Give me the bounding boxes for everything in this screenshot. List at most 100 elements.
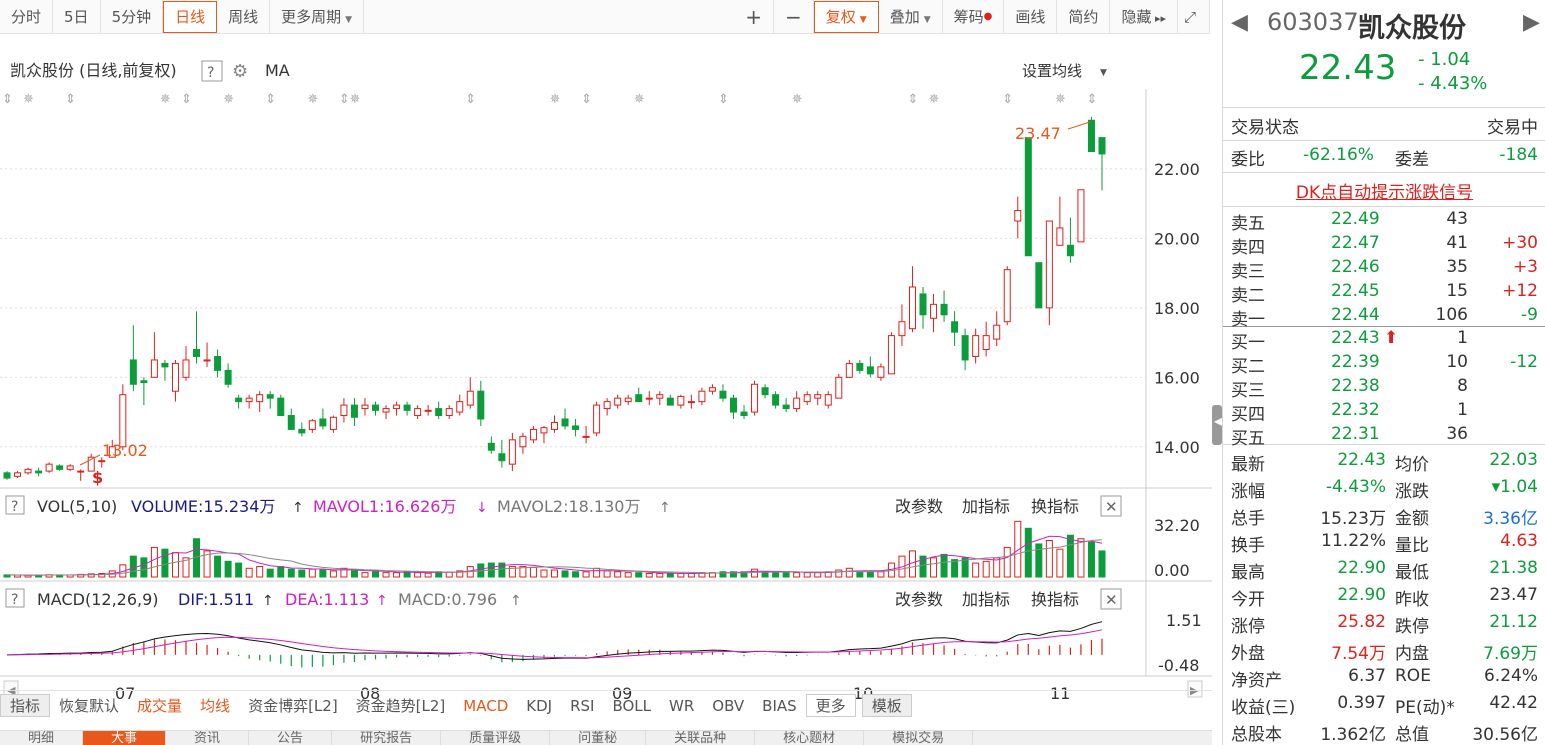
candle[interactable]: [414, 408, 422, 417]
candle[interactable]: [393, 404, 401, 410]
candle[interactable]: [287, 415, 295, 430]
ind-macd[interactable]: MACD: [454, 697, 517, 715]
fullscreen-icon[interactable]: ⤢: [1178, 0, 1210, 34]
candle[interactable]: [529, 428, 537, 441]
candle[interactable]: [708, 387, 716, 392]
event-arrow-icon[interactable]: ⇕: [718, 92, 729, 107]
candle[interactable]: [803, 394, 811, 403]
candle[interactable]: [666, 397, 674, 406]
tab-sim-trade[interactable]: 模拟交易: [864, 731, 974, 745]
vol-switch-indicator[interactable]: 换指标: [1031, 497, 1079, 516]
vol-edit-params[interactable]: 改参数: [895, 497, 943, 516]
candle[interactable]: [245, 397, 253, 403]
simple-button[interactable]: 简约: [1057, 0, 1111, 34]
candle[interactable]: [930, 303, 938, 319]
candle[interactable]: [224, 369, 232, 385]
ind-more[interactable]: 更多: [805, 694, 856, 717]
ind-capital-trend[interactable]: 资金趋势[L2]: [347, 695, 455, 716]
tab-quality[interactable]: 质量评级: [441, 731, 551, 745]
tab-news[interactable]: 资讯: [166, 731, 250, 745]
candle[interactable]: [319, 418, 327, 427]
vol-add-indicator[interactable]: 加指标: [962, 497, 1010, 516]
tab-events[interactable]: 大事: [83, 731, 167, 745]
candle[interactable]: [477, 390, 485, 420]
candle[interactable]: [814, 394, 822, 399]
ind-rsi[interactable]: RSI: [561, 697, 603, 715]
gear-icon[interactable]: ⚙: [232, 61, 248, 82]
candle[interactable]: [1087, 119, 1095, 153]
candle[interactable]: [382, 408, 390, 413]
tab-daily[interactable]: 日线: [163, 1, 218, 33]
event-arrow-icon[interactable]: ⇕: [907, 92, 918, 107]
candle[interactable]: [624, 397, 632, 403]
event-star-icon[interactable]: ✵: [160, 92, 171, 107]
candle[interactable]: [1077, 189, 1085, 243]
event-arrow-icon[interactable]: ⇕: [265, 92, 276, 107]
candle[interactable]: [161, 362, 169, 368]
candle[interactable]: [456, 401, 464, 413]
kline-chart[interactable]: 凯众股份 (日线,前复权) ? ⚙ MA 设置均线 ▼ ⇕ ✵ ⇕ ✵ ⇕ ✵ ⇕ ✵ ⇕ ✵ ⇕ ✵…: [0, 34, 1212, 724]
candle[interactable]: [508, 439, 516, 465]
candle[interactable]: [193, 349, 201, 357]
event-arrow-icon[interactable]: ⇕: [339, 92, 350, 107]
adjust-dropdown[interactable]: 复权 ▼: [813, 1, 879, 33]
candle[interactable]: [329, 416, 337, 430]
candle[interactable]: [308, 420, 316, 430]
candle[interactable]: [940, 303, 948, 316]
macd-add-indicator[interactable]: 加指标: [962, 590, 1010, 609]
dk-signal-link[interactable]: DK点自动提示涨跌信号: [1223, 178, 1545, 203]
draw-button[interactable]: 画线: [1004, 0, 1058, 34]
overlay-dropdown[interactable]: 叠加 ▼: [879, 0, 943, 34]
event-arrow-icon[interactable]: ⇕: [65, 92, 76, 107]
event-star-icon[interactable]: ✵: [307, 92, 318, 107]
ind-bias[interactable]: BIAS: [753, 697, 806, 715]
candle[interactable]: [645, 397, 653, 400]
candle[interactable]: [1066, 244, 1074, 257]
candle[interactable]: [266, 394, 274, 399]
tab-weekly[interactable]: 周线: [217, 0, 271, 34]
event-star-icon[interactable]: ✵: [634, 92, 645, 107]
candle[interactable]: [1045, 220, 1053, 309]
candle[interactable]: [719, 390, 727, 399]
candle[interactable]: [761, 387, 769, 396]
macd-switch-indicator[interactable]: 换指标: [1031, 590, 1079, 609]
candle[interactable]: [824, 394, 832, 406]
ind-kdj[interactable]: KDJ: [517, 697, 561, 715]
candle[interactable]: [698, 390, 706, 403]
candle[interactable]: [129, 359, 137, 385]
zoom-out-button[interactable]: −: [774, 0, 814, 34]
event-arrow-icon[interactable]: ⇕: [181, 92, 192, 107]
ind-volume[interactable]: 成交量: [128, 695, 191, 716]
candle[interactable]: [887, 335, 895, 375]
candle[interactable]: [972, 335, 980, 357]
candle[interactable]: [66, 465, 74, 470]
candle[interactable]: [656, 394, 664, 399]
candle[interactable]: [498, 453, 506, 462]
candle[interactable]: [687, 401, 695, 404]
tab-research[interactable]: 研究报告: [332, 731, 442, 745]
candle[interactable]: [203, 359, 211, 362]
candle[interactable]: [298, 428, 306, 434]
candle[interactable]: [171, 362, 179, 392]
candle[interactable]: [845, 362, 853, 378]
tab-5min[interactable]: 5分钟: [101, 0, 164, 34]
candle[interactable]: [551, 421, 558, 430]
event-star-icon[interactable]: ✵: [349, 92, 360, 107]
dividend-icon[interactable]: $: [92, 468, 103, 487]
event-star-icon[interactable]: ✵: [223, 92, 234, 107]
candle[interactable]: [951, 321, 959, 333]
candle[interactable]: [140, 380, 148, 384]
candle[interactable]: [14, 472, 22, 477]
event-star-icon[interactable]: ✵: [1055, 92, 1066, 107]
prev-stock-icon[interactable]: ◀: [1231, 10, 1248, 35]
candle[interactable]: [603, 401, 611, 410]
reset-default[interactable]: 恢复默认: [50, 695, 128, 716]
candle[interactable]: [835, 376, 843, 399]
candle[interactable]: [740, 411, 748, 417]
event-arrow-icon[interactable]: ⇕: [2, 92, 13, 107]
tab-theme[interactable]: 核心题材: [755, 731, 865, 745]
tab-ask-secretary[interactable]: 问董秘: [550, 731, 647, 745]
candle[interactable]: [98, 460, 106, 463]
candle[interactable]: [424, 409, 432, 412]
candle[interactable]: [466, 390, 474, 406]
